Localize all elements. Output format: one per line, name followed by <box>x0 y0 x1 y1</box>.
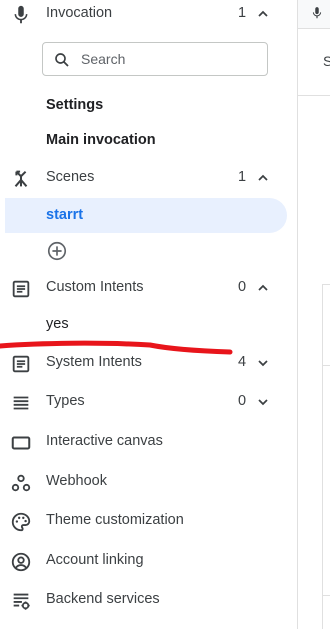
interactive-canvas-icon <box>11 436 31 450</box>
search-icon <box>55 53 69 67</box>
chevron-down-icon[interactable] <box>255 355 271 371</box>
account-circle-icon <box>11 552 31 572</box>
list-box-icon <box>12 355 30 373</box>
main-content-pane: S <box>298 0 330 629</box>
scene-item-label: starrt <box>46 207 84 223</box>
nav-item-label: Backend services <box>46 591 160 607</box>
backend-services-icon <box>13 593 30 610</box>
merge-icon <box>14 170 28 187</box>
section-invocation-label: Invocation <box>46 5 113 21</box>
main-topbar <box>298 0 330 29</box>
search-field[interactable] <box>42 42 268 76</box>
chevron-up-icon[interactable] <box>255 280 271 296</box>
nav-item-interactive-canvas[interactable]: Interactive canvas <box>0 426 297 458</box>
intent-item-yes[interactable]: yes <box>46 316 69 332</box>
chevron-up-icon[interactable] <box>255 170 271 186</box>
section-types[interactable]: Types 0 <box>0 386 297 418</box>
palette-icon <box>11 512 31 532</box>
section-types-count: 0 <box>238 393 247 409</box>
nav-item-label: Theme customization <box>46 512 184 528</box>
add-scene-icon[interactable] <box>46 240 68 262</box>
microphone-icon <box>14 5 28 24</box>
nav-item-theme-customization[interactable]: Theme customization <box>0 505 297 537</box>
lines-icon <box>13 396 29 410</box>
nav-item-account-linking[interactable]: Account linking <box>0 545 297 577</box>
section-custom-intents-label: Custom Intents <box>46 279 144 295</box>
section-system-intents-count: 4 <box>238 354 247 370</box>
sidebar-nav: Invocation 1 Settings Main invocation Sc… <box>0 0 297 629</box>
section-custom-intents[interactable]: Custom Intents 0 <box>0 272 297 304</box>
section-system-intents[interactable]: System Intents 4 <box>0 347 297 379</box>
divider <box>298 95 330 96</box>
nav-item-label: Interactive canvas <box>46 433 163 449</box>
list-box-icon <box>12 280 30 298</box>
section-invocation[interactable]: Invocation 1 <box>0 0 297 30</box>
section-scenes-count: 1 <box>238 169 247 185</box>
microphone-icon <box>312 7 322 19</box>
nav-item-backend-services[interactable]: Backend services <box>0 584 297 616</box>
scene-item-starrt[interactable]: starrt <box>5 198 287 233</box>
nav-item-settings[interactable]: Settings <box>46 97 103 113</box>
section-types-label: Types <box>46 393 85 409</box>
section-scenes[interactable]: Scenes 1 <box>0 162 297 194</box>
chevron-down-icon[interactable] <box>255 394 271 410</box>
section-system-intents-label: System Intents <box>46 354 142 370</box>
divider <box>322 595 330 596</box>
card-edge <box>322 284 323 629</box>
divider <box>322 365 330 366</box>
search-input[interactable] <box>81 49 261 69</box>
chevron-up-icon[interactable] <box>255 6 271 22</box>
divider <box>322 284 330 285</box>
main-heading-fragment: S <box>323 53 330 69</box>
nav-item-webhook[interactable]: Webhook <box>0 466 297 498</box>
nav-item-label: Account linking <box>46 552 144 568</box>
section-custom-intents-count: 0 <box>238 279 247 295</box>
webhook-icon <box>11 474 31 492</box>
section-invocation-count: 1 <box>238 5 247 21</box>
nav-item-main-invocation[interactable]: Main invocation <box>46 132 156 148</box>
section-scenes-label: Scenes <box>46 169 95 185</box>
nav-item-label: Webhook <box>46 473 107 489</box>
